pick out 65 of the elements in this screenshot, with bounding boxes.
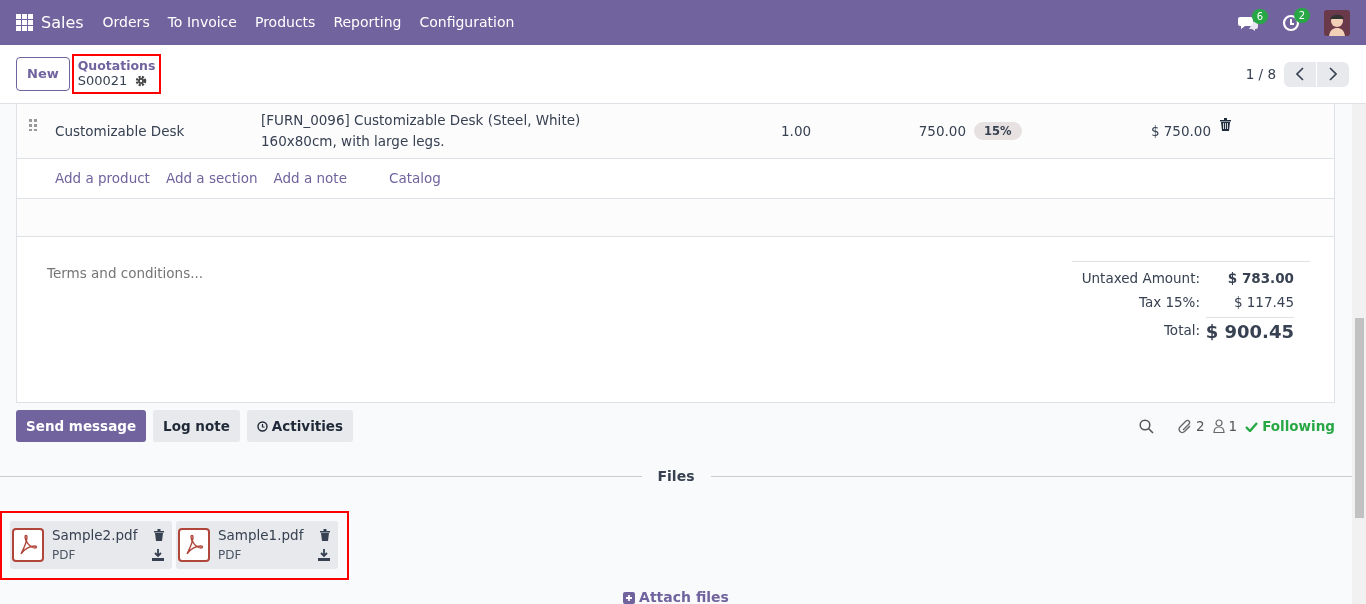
pdf-file-icon[interactable] [178,528,210,563]
description-cell-text: [FURN_0096] Customizable Desk (Steel, White) 160x80cm, with large legs. [261,111,582,151]
following-button[interactable]: Following [1245,416,1335,437]
file-name: Sample2.pdf [52,526,139,546]
add-line-link[interactable]: Add a note [273,168,347,189]
pdf-file-icon[interactable] [12,528,44,563]
trash-icon[interactable] [1220,118,1231,131]
search-icon[interactable] [1138,418,1154,434]
scrollbar[interactable] [1352,104,1366,604]
menu-item[interactable]: To Invoice [158,12,246,33]
trash-icon[interactable] [320,529,330,542]
chatter-tab[interactable]: Send message [16,410,147,443]
download-icon[interactable] [152,549,164,562]
clock-icon [256,420,268,432]
subtotal-cell-text: $ 750.00 [1149,121,1211,141]
chevron-left-icon [1296,67,1304,81]
plus-square-icon [623,591,636,604]
new-button[interactable]: New [16,57,70,91]
person-icon [1212,419,1225,434]
file-type: PDF [218,547,243,565]
menu-item[interactable]: Configuration [410,12,524,33]
total-label: Tax 15%: [1137,293,1200,313]
avatar-icon[interactable] [1324,9,1350,36]
drag-handle-icon[interactable] [29,118,37,131]
pager-value: 1 / 8 [1245,64,1276,84]
chatter-tab[interactable]: Activities [246,410,354,443]
files-heading: Files [656,467,696,487]
chat-icon[interactable] [1238,14,1258,31]
record-name: S00021 [77,73,128,88]
previous-button[interactable] [1284,61,1316,87]
add-line-link[interactable]: Add a section [165,168,258,189]
chatter-tab[interactable]: Log note [153,410,240,443]
total-label: Total: [1162,321,1200,341]
menu-item[interactable]: Reporting [324,12,411,33]
add-line-link[interactable]: Add a product [55,168,150,189]
chevron-right-icon [1329,67,1337,81]
breadcrumb-link[interactable]: Quotations [77,58,156,73]
check-icon [1245,420,1259,432]
quantity-cell-text: 1.00 [781,121,813,141]
attachments-button[interactable]: 2 [1177,416,1205,437]
gear-icon[interactable] [135,74,148,87]
tax-tag: 15% [974,122,1022,141]
total-value: $ 900.45 [1205,316,1294,345]
attach-files-link[interactable]: Attach files [623,587,729,604]
unit-price-cell-text: 750.00 [917,121,966,141]
file-type: PDF [52,547,77,565]
add-line-link[interactable]: Catalog [388,168,441,189]
app-name-link[interactable]: Sales [33,10,94,35]
clock-icon[interactable] [1282,13,1300,32]
next-button[interactable] [1317,61,1349,87]
apps-menu-icon[interactable] [16,14,33,31]
trash-icon[interactable] [154,529,164,542]
total-value: $ 117.45 [1233,293,1294,313]
menu-item[interactable]: Products [245,12,325,33]
total-value: $ 783.00 [1227,269,1294,288]
product-cell-text: Customizable Desk [55,121,186,141]
total-label: Untaxed Amount: [1080,269,1200,288]
followers-button[interactable]: 1 [1212,416,1238,437]
paperclip-icon [1177,418,1192,434]
file-name: Sample1.pdf [218,526,305,546]
activity-count-badge: 2 [1293,7,1310,23]
menu-item[interactable]: Orders [93,12,159,33]
terms-field[interactable]: Terms and conditions... [45,261,645,301]
message-count-badge: 6 [1251,8,1268,24]
download-icon[interactable] [318,549,330,562]
